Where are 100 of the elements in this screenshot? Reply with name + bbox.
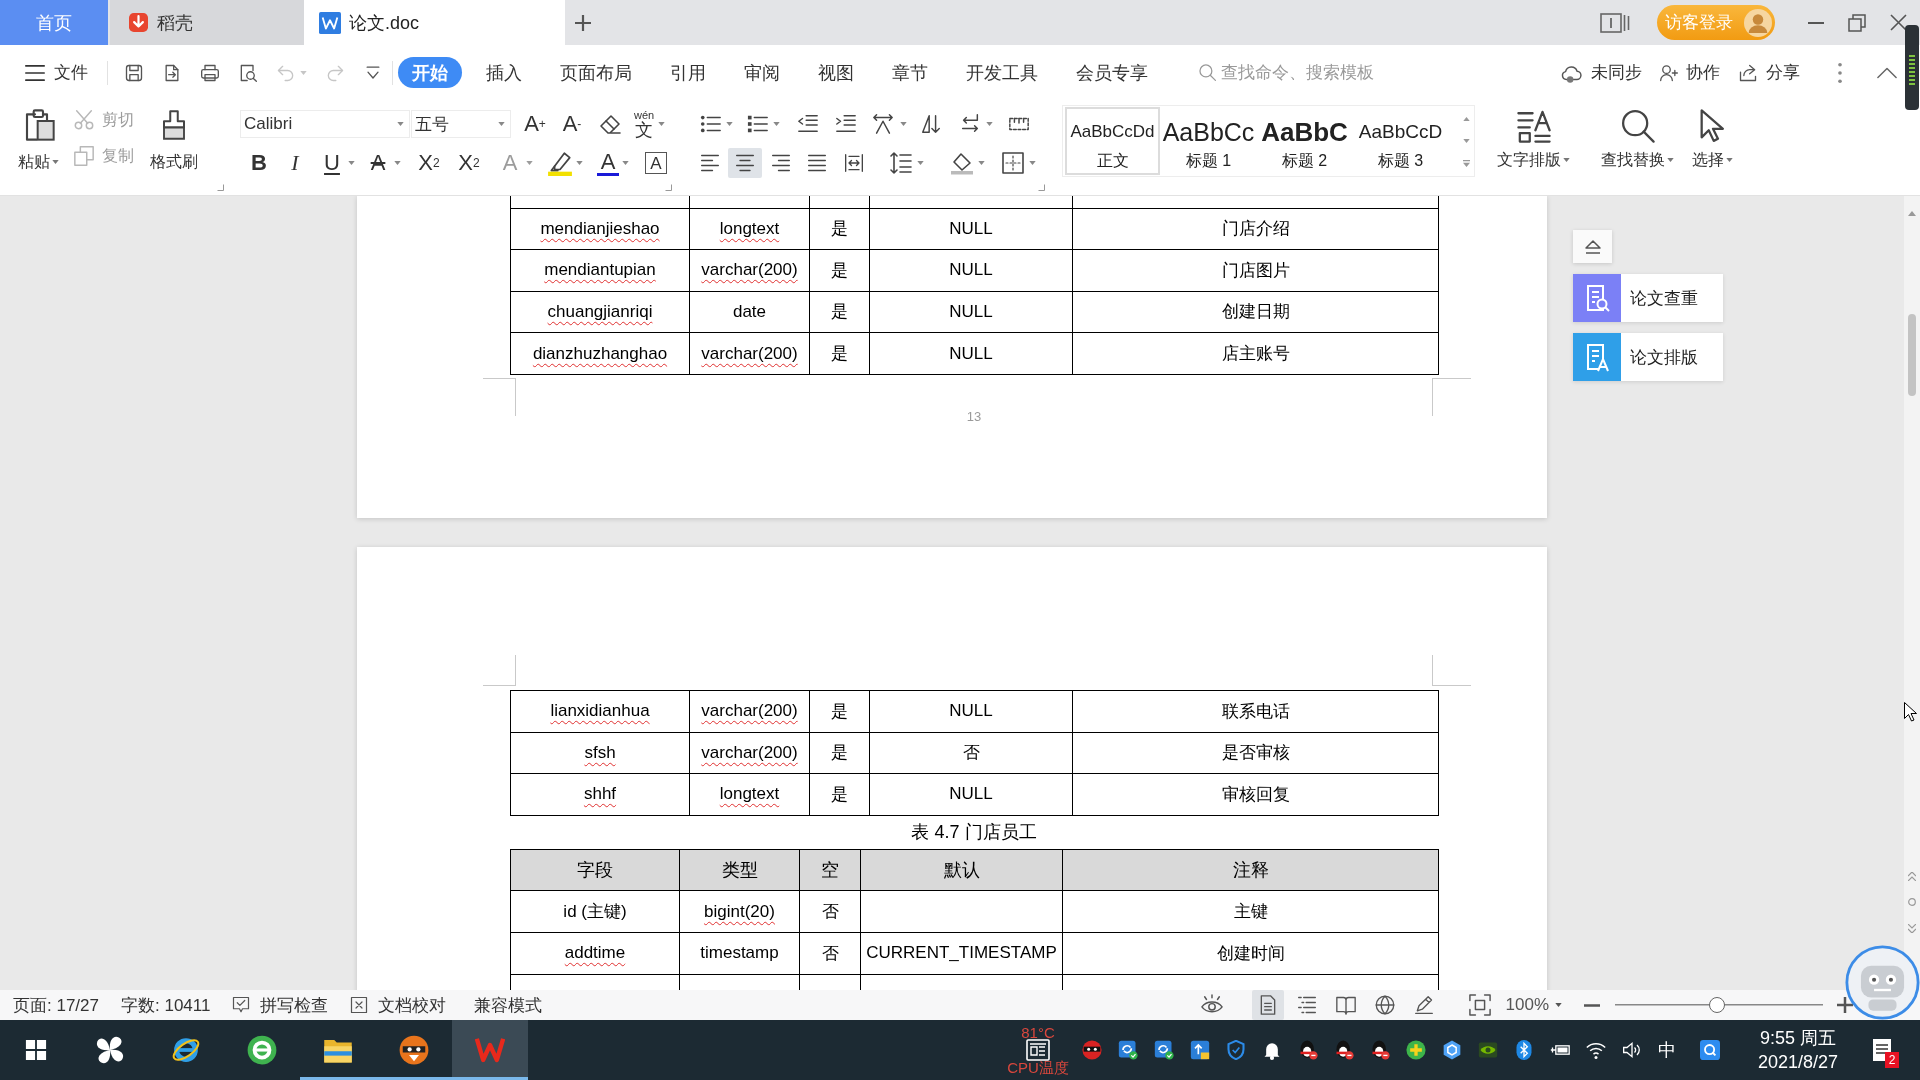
font-size-dropdown[interactable]: 五号: [411, 110, 511, 138]
grow-font-button[interactable]: A$^{+}$: [522, 110, 548, 138]
penguin-icon[interactable]: [1334, 1040, 1354, 1060]
tab[interactable]: 稻壳: [110, 0, 304, 45]
newspaper-icon[interactable]: [1025, 1039, 1051, 1061]
font-color-button[interactable]: A: [597, 150, 619, 176]
restore-icon[interactable]: [1848, 13, 1866, 32]
caret-icon[interactable]: [576, 161, 583, 165]
shading-icon[interactable]: [950, 151, 974, 175]
select-button[interactable]: 选择: [1692, 100, 1733, 170]
zoom-slider-thumb[interactable]: [1708, 997, 1725, 1013]
caret-icon[interactable]: [900, 122, 907, 126]
font-name-dropdown[interactable]: Calibri: [240, 110, 410, 138]
line-spacing-icon[interactable]: [889, 151, 913, 175]
caret-icon[interactable]: [986, 122, 993, 126]
menu-tab[interactable]: 开发工具: [952, 57, 1052, 88]
menu-tab[interactable]: 审阅: [730, 57, 794, 88]
menu-tab[interactable]: 会员专享: [1062, 57, 1162, 88]
caret-icon[interactable]: [1029, 161, 1036, 165]
eye-logo-icon[interactable]: [1478, 1040, 1498, 1060]
input-method-indicator[interactable]: 中: [1658, 1038, 1676, 1062]
outline-view-icon[interactable]: [1296, 995, 1317, 1015]
caret-icon[interactable]: [348, 161, 355, 165]
sync-check-icon[interactable]: [1154, 1040, 1174, 1060]
scroll-down-icon[interactable]: [1462, 138, 1470, 143]
caret-icon[interactable]: [1726, 158, 1733, 162]
dialog-launcher-icon[interactable]: [1038, 184, 1045, 191]
save-icon[interactable]: [124, 62, 144, 83]
highlighter-icon[interactable]: [547, 150, 573, 176]
penguin-icon[interactable]: [1298, 1040, 1318, 1060]
print-preview-icon[interactable]: [238, 62, 258, 83]
speaker-icon[interactable]: [1622, 1040, 1642, 1060]
italic-button[interactable]: I: [286, 149, 304, 177]
window-layout-icon[interactable]: [1600, 11, 1630, 34]
decrease-indent-icon[interactable]: [796, 113, 820, 135]
shrink-font-button[interactable]: A$^{-}$: [559, 110, 585, 138]
bluetooth-icon[interactable]: [1514, 1040, 1534, 1060]
collaborate-button[interactable]: 协作: [1659, 61, 1720, 84]
page-view-icon[interactable]: [1251, 990, 1284, 1020]
spell-check-button[interactable]: 拼写检查: [232, 993, 329, 1017]
proofread-button[interactable]: 文档校对: [350, 993, 447, 1017]
caret-icon[interactable]: [917, 161, 924, 165]
align-right-icon[interactable]: [771, 153, 791, 173]
sync-status-button[interactable]: 未同步: [1560, 61, 1642, 84]
bell-icon[interactable]: [1262, 1040, 1282, 1060]
clock-time[interactable]: 9:55 周五: [1759, 1026, 1836, 1050]
wifi-icon[interactable]: [1586, 1040, 1606, 1060]
minimize-icon[interactable]: [1808, 21, 1824, 24]
bulleted-list-icon[interactable]: [700, 113, 722, 135]
style-preset[interactable]: AaBbCc 标题 1: [1161, 107, 1256, 175]
scrollbar-thumb[interactable]: [1908, 314, 1916, 396]
shield-icon[interactable]: [1226, 1040, 1246, 1060]
search-field[interactable]: 查找命令、搜索模板: [1221, 62, 1411, 83]
borders-icon[interactable]: [1001, 151, 1025, 175]
close-icon[interactable]: [1890, 14, 1907, 31]
caret-icon[interactable]: [1555, 1003, 1562, 1007]
caret-icon[interactable]: [498, 122, 505, 126]
distributed-align-icon[interactable]: [844, 153, 864, 173]
sort-icon[interactable]: [920, 113, 942, 135]
caret-icon[interactable]: [1667, 158, 1674, 162]
text-width-icon[interactable]: [870, 113, 896, 135]
style-preset[interactable]: AaBbCcDd 正文: [1065, 107, 1160, 175]
menu-tab[interactable]: 引用: [656, 57, 720, 88]
find-replace-button[interactable]: 查找替换: [1601, 100, 1674, 170]
mask-face-icon[interactable]: [1082, 1040, 1102, 1060]
sync-check-icon[interactable]: [1118, 1040, 1138, 1060]
menu-tab[interactable]: 章节: [878, 57, 942, 88]
search-tile-icon[interactable]: [1700, 1040, 1720, 1060]
superscript-button[interactable]: X$^{2}$: [415, 149, 443, 177]
side-panel-button[interactable]: 论文查重: [1573, 274, 1723, 322]
tab[interactable]: 论文.doc: [304, 0, 565, 45]
caret-icon[interactable]: [726, 122, 733, 126]
paste-button[interactable]: 粘贴: [18, 100, 59, 172]
justify-icon[interactable]: [807, 153, 827, 173]
previous-page-icon[interactable]: [1908, 872, 1916, 881]
align-left-icon[interactable]: [700, 153, 720, 173]
style-preset[interactable]: AaBbCcD 标题 3: [1353, 107, 1448, 175]
strikethrough-button[interactable]: A: [365, 149, 391, 177]
scroll-up-icon[interactable]: [1908, 211, 1916, 216]
penguin-icon[interactable]: [1370, 1040, 1390, 1060]
pen-icon[interactable]: [1413, 995, 1434, 1015]
format-painter-button[interactable]: 格式刷: [150, 100, 198, 172]
caret-icon[interactable]: [773, 122, 780, 126]
fit-page-icon[interactable]: [1468, 994, 1491, 1016]
upload-icon[interactable]: [1190, 1040, 1210, 1060]
hexagon-icon[interactable]: [1442, 1040, 1462, 1060]
character-border-button[interactable]: A: [645, 152, 667, 174]
menu-tab[interactable]: 视图: [804, 57, 868, 88]
zoom-out-icon[interactable]: [1584, 1003, 1600, 1007]
next-page-icon[interactable]: [1908, 924, 1916, 933]
dialog-launcher-icon[interactable]: [665, 184, 672, 191]
more-options-icon[interactable]: [1838, 61, 1842, 84]
collapse-ribbon-icon[interactable]: [1877, 66, 1897, 79]
phonetic-guide-button[interactable]: wén 文: [634, 109, 655, 139]
zoom-level-dropdown[interactable]: 100%: [1505, 995, 1562, 1015]
caret-icon[interactable]: [622, 161, 629, 165]
zoom-in-icon[interactable]: [1837, 997, 1853, 1013]
caret-icon[interactable]: [397, 122, 404, 126]
increase-indent-icon[interactable]: [834, 113, 858, 135]
plus-icon[interactable]: [575, 14, 591, 31]
